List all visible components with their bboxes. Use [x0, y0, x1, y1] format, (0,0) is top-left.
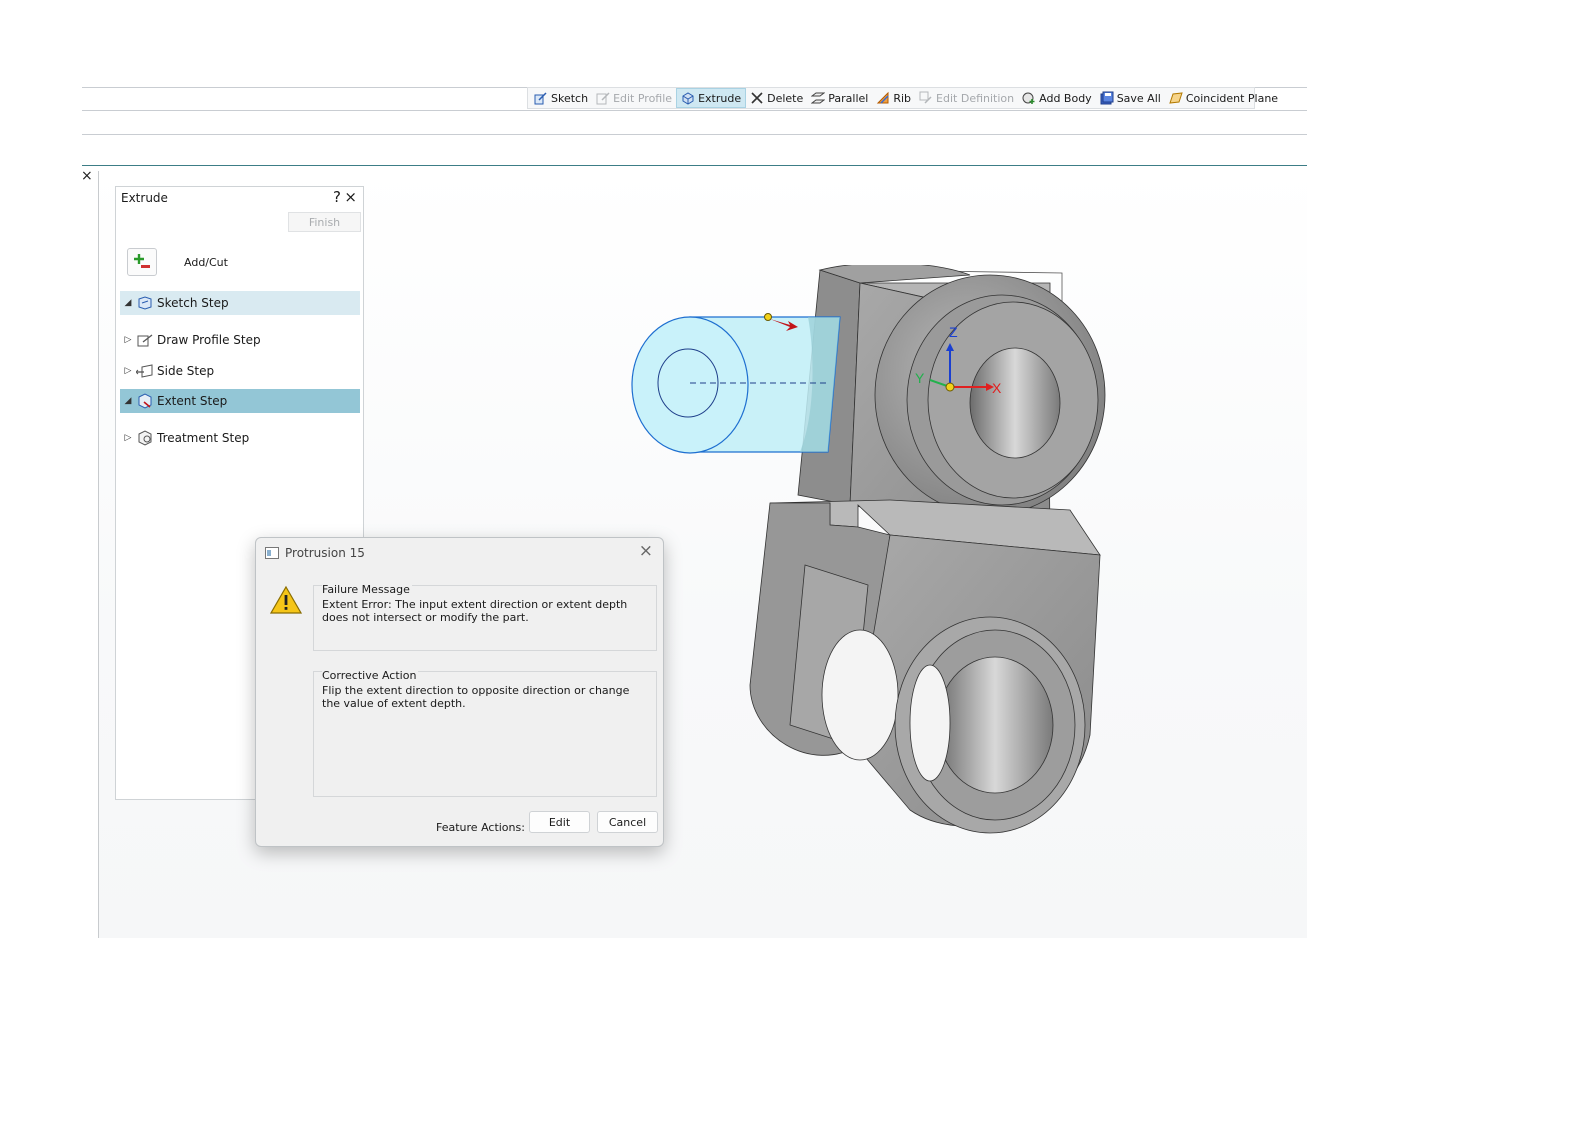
step-draw-profile-label: Draw Profile Step: [157, 333, 261, 347]
failure-message-box: Failure Message Extent Error: The input …: [313, 583, 657, 651]
corrective-text: Flip the extent direction to opposite di…: [322, 684, 630, 710]
treatment-step-icon: [138, 430, 152, 446]
toolbar-save-all-label: Save All: [1116, 91, 1161, 105]
step-treatment-label: Treatment Step: [157, 431, 250, 445]
corrective-action-box: Corrective Action Flip the extent direct…: [313, 669, 657, 797]
toolbar-extrude-label: Extrude: [698, 91, 742, 105]
toolbar-coincident-plane-button[interactable]: Coincident Plane: [1165, 88, 1282, 108]
help-icon[interactable]: ?: [333, 188, 341, 206]
rib-icon: [877, 91, 889, 104]
toolbar-parallel-button[interactable]: Parallel: [807, 88, 872, 108]
step-sketch-label: Sketch Step: [157, 296, 229, 310]
edit-button[interactable]: Edit: [529, 811, 590, 833]
collapse-triangle-icon[interactable]: ◢: [120, 396, 136, 406]
add-cut-button[interactable]: [127, 248, 157, 276]
sketch-step-icon: [138, 296, 152, 310]
toolbar-delete-button[interactable]: Delete: [746, 88, 807, 108]
corrective-heading: Corrective Action: [322, 669, 419, 682]
side-step-icon: [136, 364, 153, 378]
add-cut-label: Add/Cut: [184, 256, 228, 269]
close-pane-icon[interactable]: ×: [81, 168, 93, 184]
expand-triangle-icon[interactable]: ▷: [120, 433, 136, 443]
toolbar-rib-button[interactable]: Rib: [872, 88, 915, 108]
ribbon-bottom-rule: [82, 110, 1307, 111]
toolbar-rib-label: Rib: [893, 91, 912, 105]
delete-icon: [751, 92, 763, 104]
axis-x-label: X: [992, 380, 1002, 396]
toolbar-edit-definition-button[interactable]: Edit Definition: [915, 88, 1018, 108]
toolbar-edit-profile-label: Edit Profile: [613, 91, 673, 105]
toolbar-sketch-label: Sketch: [551, 91, 589, 105]
collapse-triangle-icon[interactable]: ◢: [120, 298, 136, 308]
step-extent[interactable]: ◢ Extent Step: [120, 389, 360, 413]
step-side-label: Side Step: [157, 364, 215, 378]
draw-profile-step-icon: [137, 334, 153, 347]
toolbar-add-body-label: Add Body: [1039, 91, 1092, 105]
add-cut-icon: [134, 254, 150, 268]
toolbar-edit-profile-button[interactable]: Edit Profile: [592, 88, 676, 108]
panel-title: Extrude: [121, 191, 168, 205]
dialog-title: Protrusion 15: [285, 546, 365, 560]
parallel-icon: [811, 92, 826, 104]
step-extent-label: Extent Step: [157, 394, 228, 408]
toolbar-add-body-button[interactable]: Add Body: [1018, 88, 1096, 108]
finish-button[interactable]: Finish: [288, 212, 361, 232]
toolbar-edit-definition-label: Edit Definition: [936, 91, 1015, 105]
panel-close-icon[interactable]: ×: [344, 188, 357, 206]
extrude-icon: [682, 92, 694, 105]
expand-triangle-icon[interactable]: ▷: [120, 335, 136, 345]
edit-profile-icon: [596, 92, 610, 105]
coincident-plane-icon: [1169, 92, 1183, 104]
step-side[interactable]: ▷ Side Step: [120, 359, 360, 383]
step-sketch[interactable]: ◢ Sketch Step: [120, 291, 360, 315]
cancel-button[interactable]: Cancel: [597, 811, 658, 833]
step-treatment[interactable]: ▷ Treatment Step: [120, 426, 360, 450]
tab-strip-rule: [82, 134, 1307, 135]
toolbar-sketch-button[interactable]: Sketch: [530, 88, 592, 108]
lower-boss: [894, 616, 1086, 834]
toolbar-extrude-button[interactable]: Extrude: [676, 88, 747, 108]
axis-y-label: Y: [915, 370, 925, 386]
extent-step-icon: [138, 393, 152, 409]
protrusion-failure-dialog: Protrusion 15 × Failure Message Extent E…: [255, 537, 664, 847]
part-model-view[interactable]: X Y Z: [630, 265, 1140, 855]
toolbar-delete-label: Delete: [767, 91, 804, 105]
dialog-close-icon[interactable]: ×: [639, 541, 653, 561]
window-icon: [265, 547, 279, 559]
command-toolbar: Sketch Edit Profile Extrude Delete Paral…: [527, 87, 1278, 109]
edit-definition-icon: [919, 91, 932, 104]
step-draw-profile[interactable]: ▷ Draw Profile Step: [120, 328, 360, 352]
feature-actions-label: Feature Actions:: [436, 821, 525, 834]
extent-handle-icon[interactable]: [764, 313, 772, 321]
toolbar-coincident-plane-label: Coincident Plane: [1185, 91, 1279, 105]
save-all-icon: [1100, 91, 1114, 105]
warning-icon: [270, 585, 302, 614]
upper-boss: [874, 274, 1106, 516]
extrude-preview[interactable]: [631, 313, 841, 454]
expand-triangle-icon[interactable]: ▷: [120, 366, 136, 376]
add-body-icon: [1022, 92, 1035, 104]
toolbar-save-all-button[interactable]: Save All: [1096, 88, 1165, 108]
pathfinder-splitter[interactable]: [98, 171, 99, 938]
axis-z-label: Z: [949, 324, 958, 340]
failure-heading: Failure Message: [322, 583, 412, 596]
failure-text: Extent Error: The input extent direction…: [322, 598, 628, 624]
toolbar-parallel-label: Parallel: [828, 91, 869, 105]
sketch-icon: [534, 92, 547, 105]
